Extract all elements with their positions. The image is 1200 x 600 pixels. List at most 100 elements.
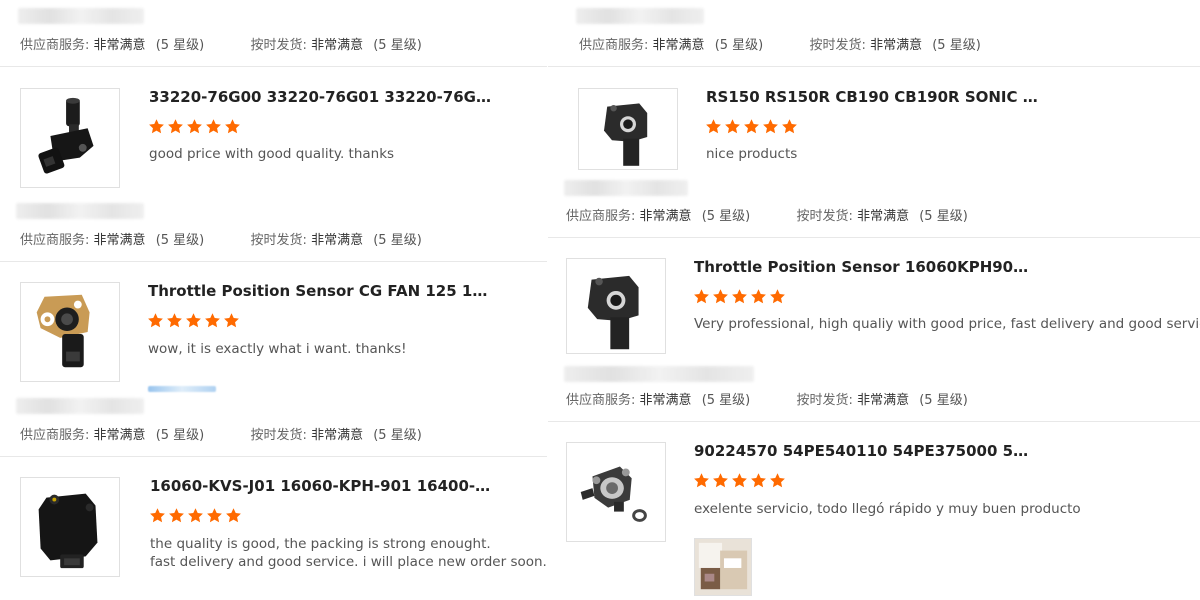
shipping-value: 非常满意: [870, 38, 923, 53]
shipping-grade: (5 星级): [919, 209, 968, 224]
shipping-label: 按时发货:: [809, 38, 866, 53]
review-text: exelente servicio, todo llegó rápido y m…: [694, 501, 1081, 517]
shipping-value: 非常满意: [857, 393, 910, 408]
star-icon: [149, 119, 164, 134]
supplier-service-value: 非常满意: [639, 209, 692, 224]
blurred-reviewer-name: [16, 203, 144, 219]
rating-stars: [693, 288, 786, 305]
blurred-reviewer-name: [18, 8, 144, 24]
right-review-column: 供应商服务: 非常满意 (5 星级) 按时发货: 非常满意 (5 星级) RS1…: [548, 0, 1200, 600]
divider: [0, 66, 547, 67]
review-text: Very professional, high qualiy with good…: [694, 316, 1200, 332]
product-thumbnail[interactable]: [20, 282, 120, 382]
product-title-link[interactable]: RS150 RS150R CB190 CB190R SONIC 150 WI..…: [706, 88, 1046, 106]
tps-gray-icon: [604, 103, 648, 166]
star-icon: [713, 289, 728, 304]
star-icon: [694, 289, 709, 304]
star-icon: [770, 473, 785, 488]
star-icon: [186, 313, 201, 328]
product-title-link[interactable]: 90224570 54PE540110 54PE375000 54PE370..…: [694, 442, 1034, 460]
supplier-service-value: 非常满意: [93, 38, 146, 53]
shipping-label: 按时发货:: [796, 209, 853, 224]
divider: [0, 261, 547, 262]
shipping-value: 非常满意: [857, 209, 910, 224]
star-icon: [713, 473, 728, 488]
product-thumbnail[interactable]: [20, 88, 120, 188]
star-icon: [694, 473, 709, 488]
seller-ratings-line: 供应商服务: 非常满意 (5 星级) 按时发货: 非常满意 (5 星级): [566, 205, 968, 224]
product-title-link[interactable]: Throttle Position Sensor 16060KPH901 164…: [694, 258, 1034, 276]
review-text: fast delivery and good service. i will p…: [150, 554, 547, 570]
shipping-value: 非常满意: [311, 428, 364, 443]
seller-ratings-line: 供应商服务: 非常满意 (5 星级) 按时发货: 非常满意 (5 星级): [20, 34, 422, 53]
rating-stars: [147, 312, 240, 329]
throttle-sensor-tan-icon: [36, 294, 90, 368]
product-title-link[interactable]: 16060-KVS-J01 16060-KPH-901 16400-K56-9.…: [150, 477, 495, 495]
shipping-label: 按时发货:: [250, 233, 307, 248]
review-text: good price with good quality. thanks: [149, 146, 395, 162]
shipping-grade: (5 星级): [932, 38, 981, 53]
divider: [548, 237, 1200, 238]
shipping-value: 非常满意: [311, 233, 364, 248]
star-icon: [169, 508, 184, 523]
supplier-service-label: 供应商服务:: [566, 209, 636, 224]
blurred-link: [148, 386, 216, 392]
star-icon: [167, 313, 182, 328]
shipping-value: 非常满意: [311, 38, 364, 53]
supplier-service-label: 供应商服务:: [579, 38, 649, 53]
shipping-label: 按时发货:: [250, 428, 307, 443]
divider: [548, 421, 1200, 422]
star-icon: [224, 313, 239, 328]
star-icon: [751, 289, 766, 304]
supplier-service-label: 供应商服务:: [20, 428, 90, 443]
supplier-service-label: 供应商服务:: [20, 233, 90, 248]
customer-photo-icon: [695, 539, 751, 595]
shipping-grade: (5 星级): [373, 38, 422, 53]
supplier-service-value: 非常满意: [93, 233, 146, 248]
star-icon: [148, 313, 163, 328]
seller-ratings-line: 供应商服务: 非常满意 (5 星级) 按时发货: 非常满意 (5 星级): [20, 229, 422, 248]
shipping-label: 按时发货:: [796, 393, 853, 408]
customer-review-photo[interactable]: [694, 538, 752, 596]
star-icon: [225, 119, 240, 134]
seller-ratings-line: 供应商服务: 非常满意 (5 星级) 按时发货: 非常满意 (5 星级): [566, 389, 968, 408]
star-icon: [205, 313, 220, 328]
star-icon: [706, 119, 721, 134]
supplier-service-value: 非常满意: [93, 428, 146, 443]
rating-stars: [148, 118, 241, 135]
seller-ratings-line: 供应商服务: 非常满意 (5 星级) 按时发货: 非常满意 (5 星级): [579, 34, 981, 53]
product-thumbnail[interactable]: [566, 442, 666, 542]
product-thumbnail[interactable]: [566, 258, 666, 354]
product-thumbnail[interactable]: [578, 88, 678, 170]
supplier-service-value: 非常满意: [652, 38, 705, 53]
rating-stars: [693, 472, 786, 489]
tps-black-block-icon: [38, 493, 98, 569]
product-title-link[interactable]: 33220-76G00 33220-76G01 33220-76G02 J5T.…: [149, 88, 494, 106]
shipping-grade: (5 星级): [373, 233, 422, 248]
review-text: wow, it is exactly what i want. thanks!: [148, 341, 407, 357]
tps-gray-icon: [587, 275, 639, 350]
divider: [548, 66, 1200, 67]
star-icon: [732, 289, 747, 304]
blurred-reviewer-name: [576, 8, 704, 24]
review-text: nice products: [706, 146, 798, 162]
star-icon: [751, 473, 766, 488]
star-icon: [207, 508, 222, 523]
star-icon: [168, 119, 183, 134]
supplier-service-label: 供应商服务:: [20, 38, 90, 53]
blurred-reviewer-name: [16, 398, 144, 414]
star-icon: [226, 508, 241, 523]
supplier-service-grade: (5 星级): [701, 393, 751, 408]
review-text: the quality is good, the packing is stro…: [150, 536, 491, 552]
tps-metal-icon: [580, 466, 647, 522]
rating-stars: [149, 507, 242, 524]
supplier-service-grade: (5 星级): [701, 209, 751, 224]
star-icon: [770, 289, 785, 304]
supplier-service-value: 非常满意: [639, 393, 692, 408]
star-icon: [187, 119, 202, 134]
product-title-link[interactable]: Throttle Position Sensor CG FAN 125 125I…: [148, 282, 493, 300]
star-icon: [744, 119, 759, 134]
star-icon: [206, 119, 221, 134]
product-thumbnail[interactable]: [20, 477, 120, 577]
supplier-service-grade: (5 星级): [155, 233, 205, 248]
